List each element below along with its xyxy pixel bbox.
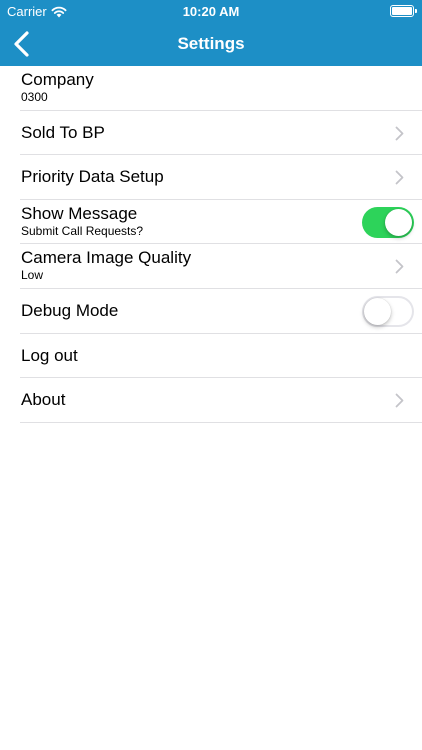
battery-icon	[390, 5, 417, 17]
header: Carrier 10:20 AM Settings	[0, 0, 422, 66]
chevron-right-icon	[395, 393, 404, 408]
setting-title: About	[21, 390, 66, 410]
setting-title: Priority Data Setup	[21, 167, 164, 187]
setting-company: Company 0300	[20, 66, 422, 111]
setting-sold-to-bp[interactable]: Sold To BP	[20, 111, 422, 156]
setting-priority-data-setup[interactable]: Priority Data Setup	[20, 155, 422, 200]
setting-camera-image-quality[interactable]: Camera Image Quality Low	[20, 244, 422, 289]
chevron-right-icon	[395, 170, 404, 185]
setting-subtitle: Low	[21, 268, 44, 283]
setting-title: Debug Mode	[21, 300, 119, 320]
setting-about[interactable]: About	[20, 378, 422, 423]
setting-subtitle: 0300	[21, 90, 48, 104]
settings-list: Company 0300 Sold To BP Priority Data Se…	[0, 66, 422, 423]
setting-title: Camera Image Quality	[21, 248, 192, 268]
chevron-right-icon	[395, 259, 404, 274]
setting-title: Company	[21, 70, 94, 89]
setting-log-out[interactable]: Log out	[20, 334, 422, 379]
chevron-right-icon	[395, 126, 404, 140]
page-title: Settings	[177, 34, 245, 53]
setting-debug-mode: Debug Mode	[20, 289, 422, 334]
show-message-toggle[interactable]	[362, 206, 414, 238]
setting-title: Show Message	[21, 203, 138, 223]
navigation-bar: Settings	[0, 22, 422, 66]
debug-mode-toggle[interactable]	[362, 295, 414, 327]
status-time: 10:20 AM	[182, 4, 240, 19]
setting-title: Log out	[21, 345, 78, 365]
setting-title: Sold To BP	[21, 122, 105, 142]
setting-show-message: Show Message Submit Call Requests?	[20, 200, 422, 245]
setting-subtitle: Submit Call Requests?	[21, 223, 144, 238]
status-bar: Carrier 10:20 AM	[0, 0, 422, 22]
